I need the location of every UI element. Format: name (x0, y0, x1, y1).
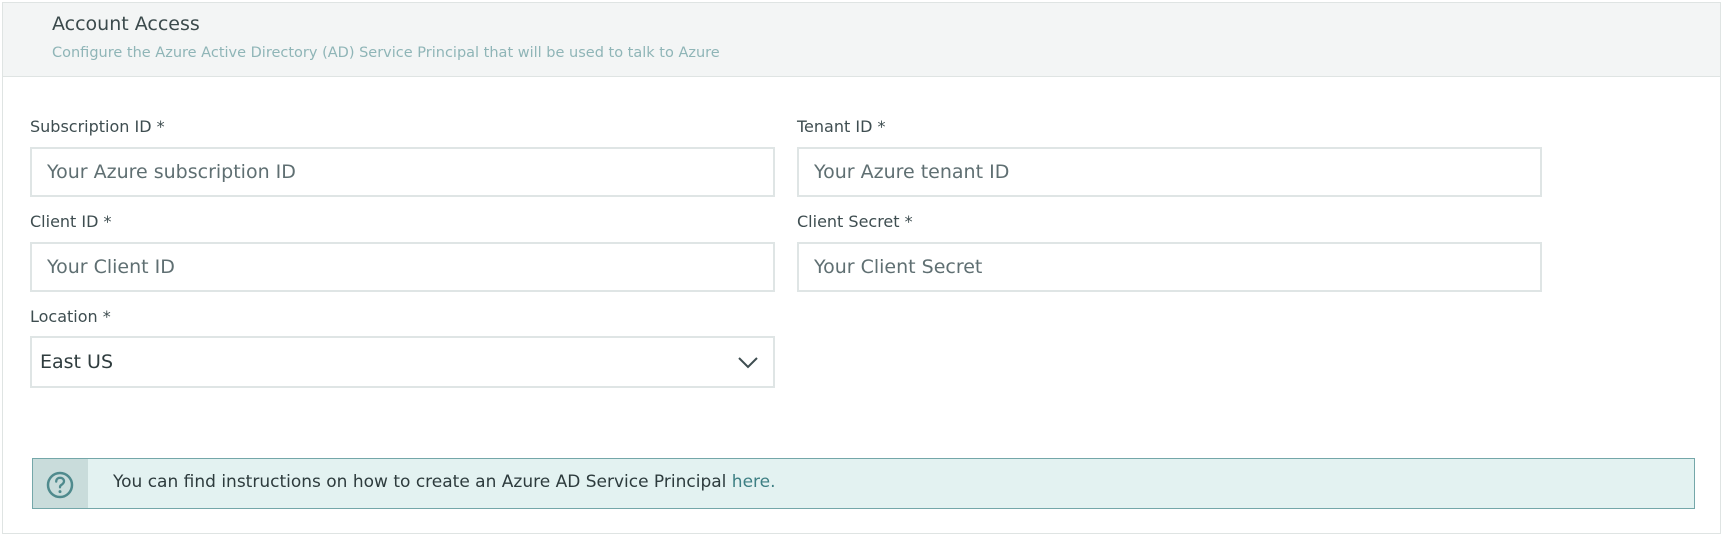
location-label: Location * (30, 307, 111, 326)
subscription-id-input[interactable] (30, 147, 775, 197)
info-callout: You can find instructions on how to crea… (32, 458, 1695, 509)
panel-header: Account Access Configure the Azure Activ… (3, 3, 1720, 77)
client-secret-label: Client Secret * (797, 212, 913, 231)
panel-subtitle: Configure the Azure Active Directory (AD… (52, 45, 720, 61)
client-id-input[interactable] (30, 242, 775, 292)
location-selected-value: East US (40, 351, 114, 373)
subscription-id-label: Subscription ID * (30, 117, 165, 136)
info-icon-cell (33, 459, 88, 508)
help-circle-icon (46, 471, 74, 499)
location-select[interactable]: East US (30, 336, 775, 388)
info-text: You can find instructions on how to crea… (113, 472, 776, 492)
info-message: You can find instructions on how to crea… (113, 472, 727, 492)
client-id-label: Client ID * (30, 212, 112, 231)
tenant-id-input[interactable] (797, 147, 1542, 197)
panel-title: Account Access (52, 13, 200, 35)
tenant-id-label: Tenant ID * (797, 117, 886, 136)
instructions-link[interactable]: here. (732, 472, 776, 492)
client-secret-input[interactable] (797, 242, 1542, 292)
account-access-panel: Account Access Configure the Azure Activ… (2, 2, 1721, 534)
chevron-down-icon (738, 357, 758, 369)
